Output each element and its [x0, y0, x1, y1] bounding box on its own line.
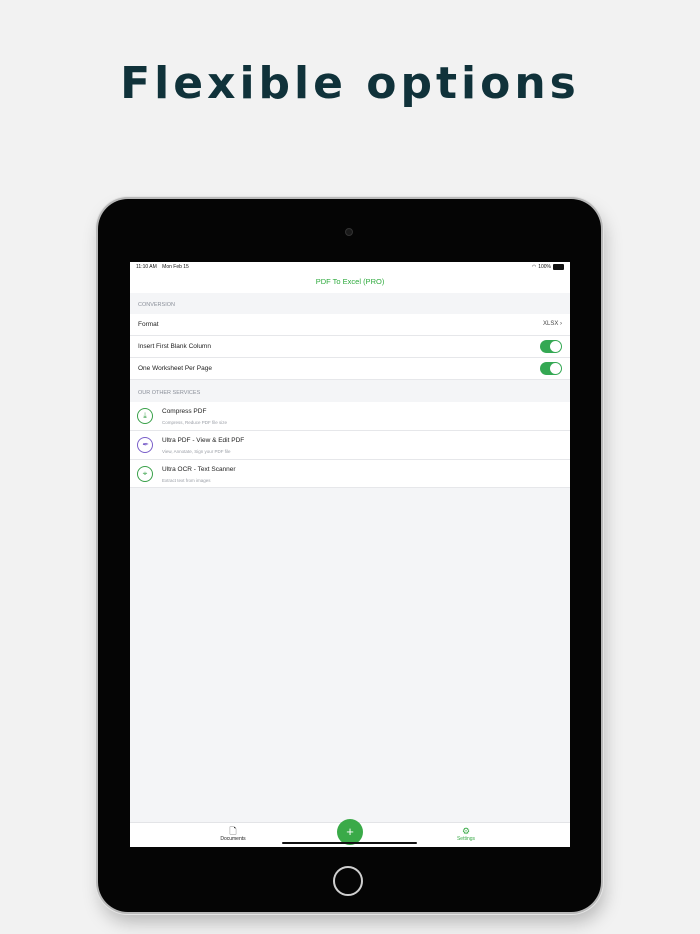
tab-settings-label: Settings: [456, 836, 476, 842]
home-indicator: [282, 842, 417, 844]
one-worksheet-row: One Worksheet Per Page: [130, 358, 570, 380]
service-subtitle: View, Annotate, Sign your PDF file: [162, 449, 231, 454]
tab-documents[interactable]: 🗋 Documents: [203, 826, 263, 842]
status-date: Mon Feb 15: [162, 264, 189, 270]
tab-documents-label: Documents: [220, 836, 246, 842]
insert-blank-column-toggle[interactable]: [540, 340, 562, 353]
service-ultra-pdf[interactable]: ✒ Ultra PDF - View & Edit PDF View, Anno…: [130, 431, 570, 460]
section-header-services: OUR OTHER SERVICES: [138, 390, 201, 396]
ipad-device-frame: 11:10 AM Mon Feb 15 ◠ 100% PDF To Excel …: [98, 199, 601, 912]
section-header-conversion: CONVERSION: [138, 302, 175, 308]
gear-icon: ⚙: [461, 826, 471, 836]
service-subtitle: Compress, Reduce PDF file size: [162, 420, 228, 425]
format-label: Format: [138, 321, 159, 328]
service-subtitle: Extract text from images: [162, 478, 211, 483]
format-value-text: XLSX: [542, 321, 559, 327]
compress-icon: ⤓: [137, 408, 153, 424]
service-compress-pdf[interactable]: ⤓ Compress PDF Compress, Reduce PDF file…: [130, 402, 570, 431]
battery-percent: 100%: [538, 264, 551, 270]
chevron-right-icon: ›: [560, 321, 562, 327]
service-title: Compress PDF: [162, 408, 207, 415]
nav-title: PDF To Excel (PRO): [315, 277, 385, 286]
camera-icon: [345, 228, 353, 236]
one-worksheet-toggle[interactable]: [540, 362, 562, 375]
toggle-knob: [550, 363, 561, 374]
scanner-icon: ⌖: [137, 466, 153, 482]
service-title: Ultra PDF - View & Edit PDF: [162, 437, 245, 444]
status-time: 11:10 AM: [136, 264, 157, 270]
battery-icon: [553, 264, 564, 270]
status-bar: 11:10 AM Mon Feb 15 ◠ 100%: [130, 262, 570, 273]
service-title: Ultra OCR - Text Scanner: [162, 466, 236, 473]
tab-settings[interactable]: ⚙ Settings: [436, 826, 496, 842]
insert-blank-column-row: Insert First Blank Column: [130, 336, 570, 358]
wifi-icon: ◠: [531, 264, 537, 270]
nav-bar: PDF To Excel (PRO): [130, 273, 570, 293]
service-ultra-ocr[interactable]: ⌖ Ultra OCR - Text Scanner Extract text …: [130, 460, 570, 488]
document-icon: 🗋: [229, 826, 237, 836]
headline: Flexible options: [120, 58, 580, 109]
toggle-knob: [550, 341, 561, 352]
app-screen: 11:10 AM Mon Feb 15 ◠ 100% PDF To Excel …: [130, 262, 570, 847]
insert-blank-column-label: Insert First Blank Column: [138, 343, 211, 350]
plus-icon: +: [346, 824, 354, 839]
format-value: XLSX ›: [543, 321, 562, 327]
home-button[interactable]: [333, 866, 363, 896]
format-row[interactable]: Format XLSX ›: [130, 314, 570, 336]
signature-icon: ✒: [137, 437, 153, 453]
one-worksheet-label: One Worksheet Per Page: [138, 365, 212, 372]
